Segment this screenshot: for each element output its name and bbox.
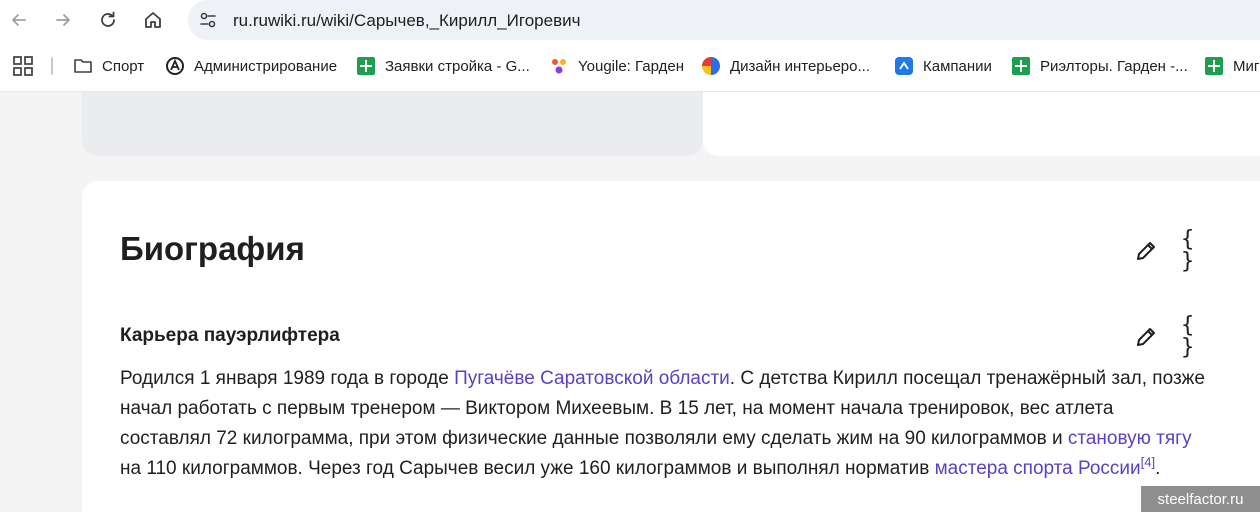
apps-grid-icon[interactable] xyxy=(12,55,34,77)
bookmark-kampanii[interactable]: Кампании xyxy=(894,54,992,78)
home-button[interactable] xyxy=(139,6,167,34)
url-text[interactable]: ru.ruwiki.ru/wiki/Сарычев,_Кирилл_Игорев… xyxy=(233,11,580,31)
sheets-icon xyxy=(1011,56,1031,76)
watermark: steelfactor.ru xyxy=(1141,486,1260,512)
home-icon xyxy=(145,12,161,28)
bookmark-sport[interactable]: Спорт xyxy=(73,54,144,78)
bookmark-mig[interactable]: Миг xyxy=(1204,54,1259,78)
reference-link[interactable]: [4] xyxy=(1141,455,1155,470)
address-bar[interactable]: ru.ruwiki.ru/wiki/Сарычев,_Кирилл_Игорев… xyxy=(188,0,1260,40)
section-title: Биография xyxy=(120,230,305,267)
pencil-icon xyxy=(1137,328,1155,346)
infobox-card-left xyxy=(82,92,703,156)
back-arrow-icon xyxy=(12,14,26,26)
forward-arrow-icon xyxy=(56,14,70,26)
reload-icon xyxy=(101,11,115,27)
article-paragraph: Родился 1 января 1989 года в городе Пуга… xyxy=(120,368,1205,479)
link-pugachev[interactable]: Пугачёве Саратовской области xyxy=(454,368,730,389)
subsection-title: Карьера пауэрлифтера xyxy=(120,325,340,346)
code-braces-icon: { } xyxy=(1181,227,1195,274)
bookmark-design[interactable]: Дизайн интерьеро... xyxy=(701,54,870,78)
circle-logo-icon xyxy=(701,56,721,76)
link-deadlift[interactable]: становую тягу xyxy=(1068,428,1192,449)
code-braces-icon: { } xyxy=(1181,313,1195,360)
link-master-of-sport[interactable]: мастера спорта России xyxy=(935,458,1141,479)
pencil-icon xyxy=(1137,242,1155,260)
bookmarks-bar: Спорт Администрирование Заявки стройка -… xyxy=(0,40,1260,92)
browser-toolbar: ru.ruwiki.ru/wiki/Сарычев,_Кирилл_Игорев… xyxy=(0,0,1260,40)
back-button[interactable] xyxy=(5,6,33,34)
edit-source-button[interactable]: { } xyxy=(1181,229,1211,273)
bookmark-admin[interactable]: Администрирование xyxy=(165,54,337,78)
admin-logo-icon xyxy=(165,56,185,76)
site-settings-icon[interactable] xyxy=(196,8,220,32)
sheets-icon xyxy=(1204,56,1224,76)
infobox-card-right xyxy=(703,92,1260,156)
forward-button[interactable] xyxy=(49,6,77,34)
bookmark-rieltory[interactable]: Риэлторы. Гарден -... xyxy=(1011,54,1188,78)
yougile-icon xyxy=(549,56,569,76)
sheets-icon xyxy=(356,56,376,76)
folder-icon xyxy=(73,56,93,76)
bookmark-yougile[interactable]: Yougile: Гарден xyxy=(549,54,684,78)
edit-subsection-source-button[interactable]: { } xyxy=(1181,315,1211,359)
edit-subsection-button[interactable] xyxy=(1131,322,1161,352)
campaigns-icon xyxy=(894,56,914,76)
edit-section-button[interactable] xyxy=(1131,236,1161,266)
reload-button[interactable] xyxy=(94,6,122,34)
bookmark-zayavki[interactable]: Заявки стройка - G... xyxy=(356,54,530,78)
bookmarks-separator xyxy=(51,57,53,75)
